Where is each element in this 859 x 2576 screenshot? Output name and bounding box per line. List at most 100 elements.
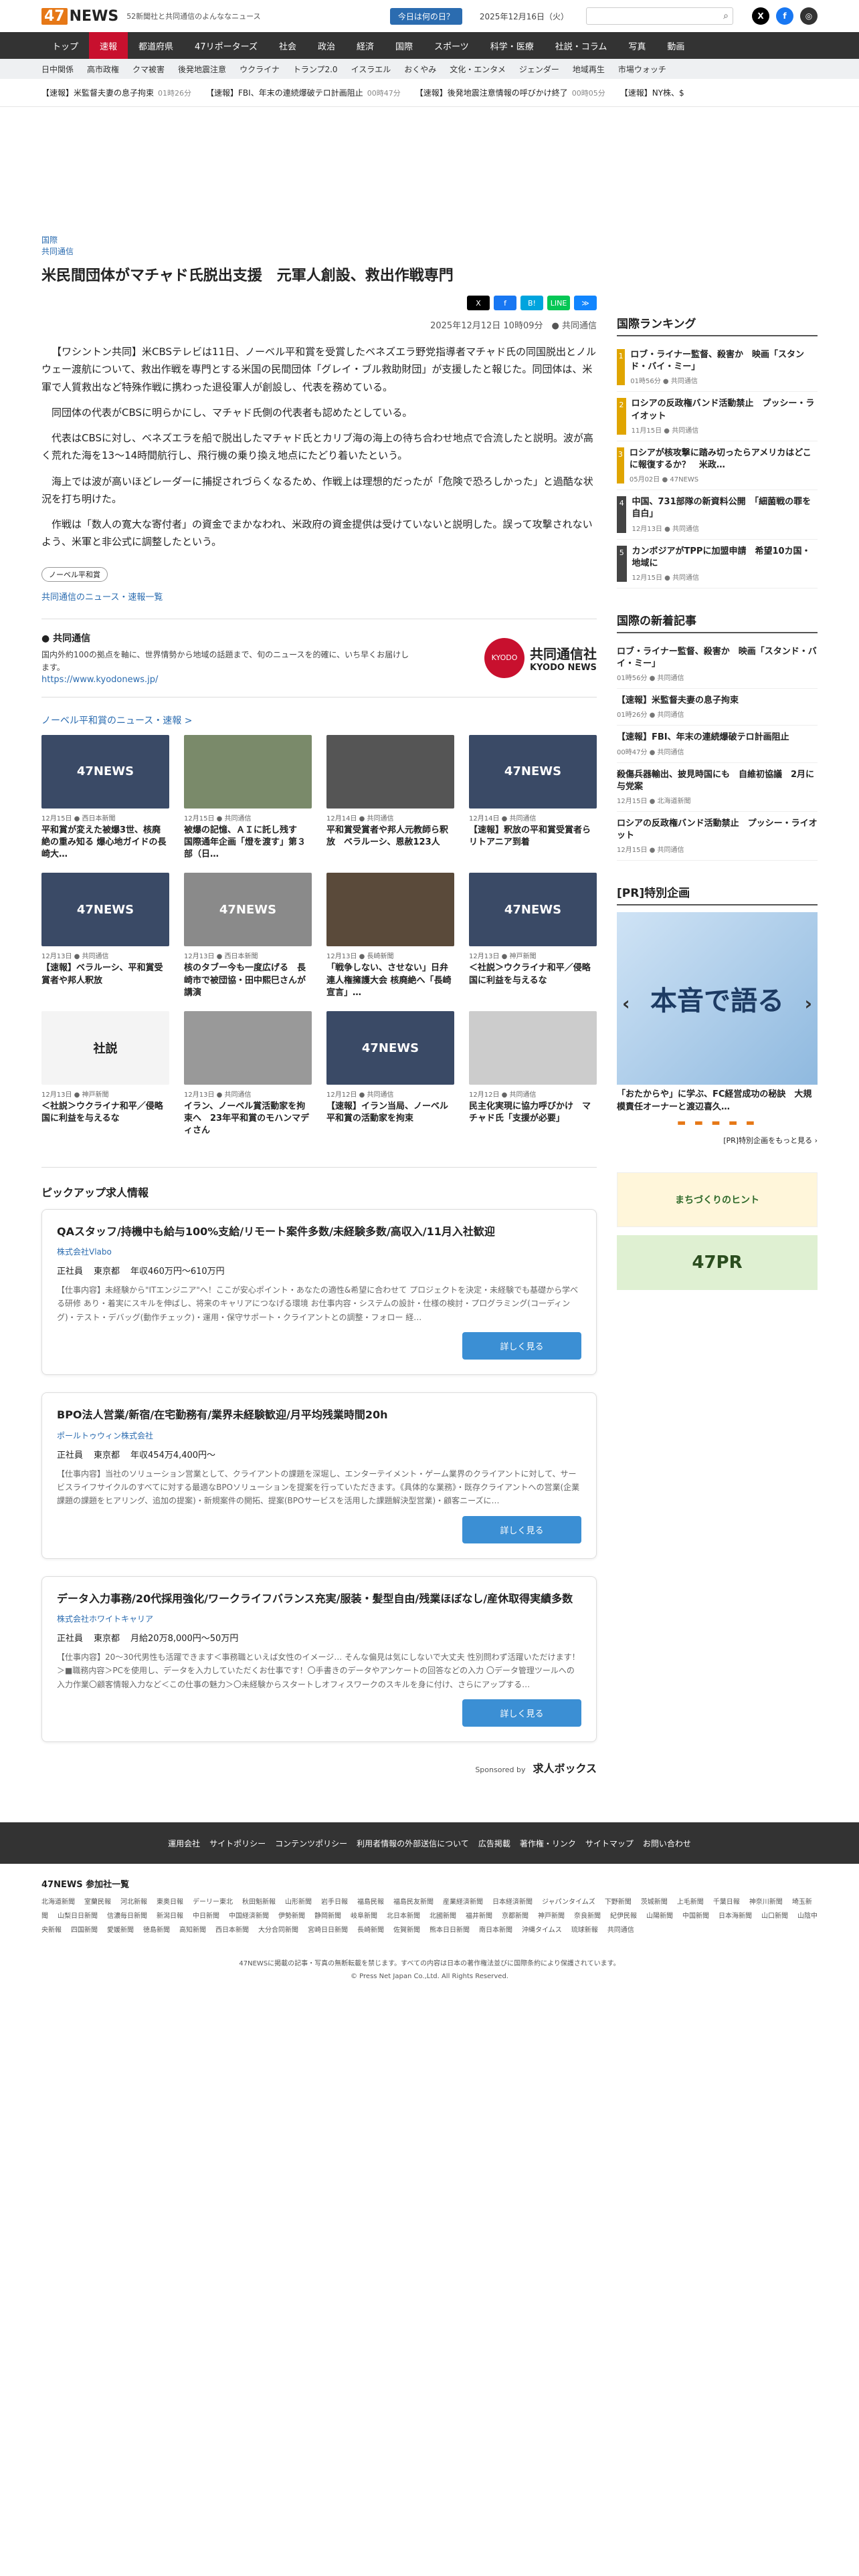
job-detail-button[interactable]: 詳しく見る — [462, 1332, 581, 1360]
newest-item[interactable]: ロブ・ライナー監督、殺害か 映画「スタンド・バイ・ミー」 01時56分 ● 共同通… — [617, 640, 818, 689]
next-arrow-icon[interactable]: › — [804, 992, 812, 1014]
pr-more-link[interactable]: [PR]特別企画をもっと見る › — [617, 1135, 818, 1146]
news-card[interactable]: 12月13日 ● 共同通信 イラン、ノーベル賞活動家を拘束へ 23年平和賞のモハン… — [184, 1011, 312, 1138]
subnav-item[interactable]: トランプ2.0 — [293, 64, 338, 75]
member-link[interactable]: 佐賀新聞 — [393, 1927, 420, 1934]
ranking-item[interactable]: 4 中国、731部隊の新資料公開 「細菌戦の罪を自白」 12月13日 ● 共同通信 — [617, 490, 818, 540]
member-link[interactable]: 共同通信 — [607, 1927, 634, 1934]
x-icon[interactable]: X — [752, 7, 769, 25]
member-link[interactable]: 室蘭民報 — [84, 1899, 111, 1906]
subnav-item[interactable]: イスラエル — [351, 64, 391, 75]
member-link[interactable]: 長崎新聞 — [357, 1927, 384, 1934]
share-hatena-button[interactable]: B! — [520, 296, 543, 310]
newest-item[interactable]: 【速報】FBI、年末の連続爆破テロ計画阻止 00時47分 ● 共同通信 — [617, 726, 818, 763]
member-link[interactable]: 東奥日報 — [157, 1899, 183, 1906]
newest-item[interactable]: ロシアの反政権バンド活動禁止 プッシー・ライオット 12月15日 ● 共同通信 — [617, 812, 818, 861]
member-link[interactable]: 愛媛新聞 — [107, 1927, 134, 1934]
share-line-button[interactable]: LINE — [547, 296, 570, 310]
newest-item[interactable]: 殺傷兵器輸出、披見時国にも 自維初協議 2月に与党案 12月15日 ● 北海道新聞 — [617, 763, 818, 812]
member-link[interactable]: 神戸新聞 — [538, 1913, 565, 1920]
member-link[interactable]: 南日本新聞 — [479, 1927, 512, 1934]
job-title[interactable]: QAスタッフ/持機中も給与100%支給/リモート案件多数/未経験多数/高収入/1… — [57, 1224, 581, 1239]
job-detail-button[interactable]: 詳しく見る — [462, 1699, 581, 1727]
subnav-item[interactable]: 地域再生 — [573, 64, 605, 75]
member-link[interactable]: 福島民報 — [357, 1899, 384, 1906]
subnav-item[interactable]: 後発地震注意 — [178, 64, 226, 75]
news-card[interactable]: 47NEWS 12月13日 ● 神戸新聞 ＜社説＞ウクライナ和平／侵略国に利益を与え… — [469, 873, 597, 999]
source-url[interactable]: https://www.kyodonews.jp/ — [41, 675, 158, 685]
subnav-item[interactable]: 市場ウォッチ — [618, 64, 666, 75]
subnav-item[interactable]: クマ被害 — [132, 64, 165, 75]
newest-item[interactable]: 【速報】米監督夫妻の息子拘束 01時26分 ● 共同通信 — [617, 689, 818, 726]
member-link[interactable]: 沖縄タイムス — [522, 1927, 562, 1934]
nav-item[interactable]: スポーツ — [423, 32, 480, 59]
footer-link[interactable]: 利用者情報の外部送信について — [357, 1838, 469, 1849]
member-link[interactable]: 静岡新聞 — [314, 1913, 341, 1920]
member-link[interactable]: 宮崎日日新聞 — [308, 1927, 348, 1934]
globe-icon[interactable]: ◎ — [800, 7, 818, 25]
breaking-item[interactable]: 【速報】NY株、$ — [620, 87, 688, 98]
member-link[interactable]: 山形新聞 — [285, 1899, 312, 1906]
share-bluesky-button[interactable]: ≫ — [574, 296, 597, 310]
member-link[interactable]: 西日本新聞 — [215, 1927, 249, 1934]
member-link[interactable]: 四国新聞 — [71, 1927, 98, 1934]
news-card[interactable]: 47NEWS 12月15日 ● 西日本新聞 平和賞が変えた被爆3世、核廃絶の重み知る… — [41, 734, 169, 861]
footer-link[interactable]: コンテンツポリシー — [275, 1838, 347, 1849]
member-link[interactable]: 信濃毎日新聞 — [107, 1913, 147, 1920]
member-link[interactable]: 岐阜新聞 — [351, 1913, 377, 1920]
news-card[interactable]: 社説 12月13日 ● 神戸新聞 ＜社説＞ウクライナ和平／侵略国に利益を与えるな — [41, 1011, 169, 1138]
news-card[interactable]: 12月15日 ● 共同通信 被爆の記憶、ＡＩに託し残す 国際通年企画「燈を渡す」第… — [184, 734, 312, 861]
breaking-item[interactable]: 【速報】後発地震注意情報の呼びかけ終了 00時05分 — [415, 87, 605, 98]
search-icon[interactable]: ⌕ — [723, 11, 729, 21]
ranking-item[interactable]: 1 ロブ・ライナー監督、殺害か 映画「スタンド・バイ・ミー」 01時56分 ● 共同… — [617, 343, 818, 393]
nav-item[interactable]: 経済 — [346, 32, 385, 59]
member-link[interactable]: 日本海新聞 — [719, 1913, 752, 1920]
member-link[interactable]: 産業経済新聞 — [443, 1899, 483, 1906]
member-link[interactable]: 伊勢新聞 — [278, 1913, 305, 1920]
ranking-item[interactable]: 5 カンボジアがTPPに加盟申請 希望10カ国・地域に 12月15日 ● 共同通信 — [617, 540, 818, 588]
ranking-item[interactable]: 3 ロシアが核攻撃に踏み切ったらアメリカはどこに報復するか？ 米政… 05月02日 … — [617, 441, 818, 491]
member-link[interactable]: 山陽新聞 — [646, 1913, 673, 1920]
news-card[interactable]: 47NEWS 12月12日 ● 共同通信 【速報】イラン当局、ノーベル平和賞の活動家… — [326, 1011, 454, 1138]
nav-item[interactable]: 動画 — [656, 32, 695, 59]
nav-item[interactable]: 科学・医療 — [480, 32, 545, 59]
member-link[interactable]: 茨城新聞 — [641, 1899, 668, 1906]
article-source[interactable]: 共同通信 — [41, 245, 597, 257]
ad-banner-2[interactable]: 47PR — [617, 1235, 818, 1290]
related-section-title[interactable]: ノーベル平和賞のニュース・速報 > — [41, 714, 597, 727]
member-link[interactable]: 下野新聞 — [605, 1899, 632, 1906]
news-card[interactable]: 12月13日 ● 長崎新聞 「戦争しない、させない」日弁連人権擁護大会 核廃絶へ「… — [326, 873, 454, 999]
member-link[interactable]: 奈良新聞 — [574, 1913, 601, 1920]
member-link[interactable]: 高知新聞 — [179, 1927, 206, 1934]
subnav-item[interactable]: ジェンダー — [519, 64, 559, 75]
nav-item[interactable]: 政治 — [307, 32, 346, 59]
news-card[interactable]: 47NEWS 12月14日 ● 共同通信 【速報】釈放の平和賞受賞者らリトアニア到着 — [469, 734, 597, 861]
member-link[interactable]: 新潟日報 — [157, 1913, 183, 1920]
footer-link[interactable]: お問い合わせ — [643, 1838, 691, 1849]
nav-item[interactable]: 写真 — [617, 32, 656, 59]
pr-caption[interactable]: 「おたからや」に学ぶ、FC経営成功の秘訣 大規模責任オーナーと渡辺喜久… — [617, 1089, 818, 1113]
footer-link[interactable]: サイトマップ — [585, 1838, 634, 1849]
member-link[interactable]: 福島民友新聞 — [393, 1899, 434, 1906]
facebook-icon[interactable]: f — [776, 7, 793, 25]
member-link[interactable]: 京都新聞 — [502, 1913, 529, 1920]
news-card[interactable]: 47NEWS 12月13日 ● 西日本新聞 核のタブー今も一度広げる 長崎市で被団協… — [184, 873, 312, 999]
footer-link[interactable]: 運用会社 — [168, 1838, 200, 1849]
member-link[interactable]: 琉球新報 — [571, 1927, 598, 1934]
member-link[interactable]: 紀伊民報 — [610, 1913, 637, 1920]
footer-link[interactable]: 著作権・リンク — [520, 1838, 576, 1849]
member-link[interactable]: 中国新聞 — [682, 1913, 709, 1920]
nav-item[interactable]: 都道府県 — [128, 32, 184, 59]
article-category[interactable]: 国際 — [41, 234, 597, 245]
subnav-item[interactable]: おくやみ — [404, 64, 436, 75]
member-link[interactable]: 熊本日日新聞 — [430, 1927, 470, 1934]
member-link[interactable]: 山梨日日新聞 — [58, 1913, 98, 1920]
member-link[interactable]: 日本経済新聞 — [492, 1899, 533, 1906]
breaking-item[interactable]: 【速報】米監督夫妻の息子拘束 01時26分 — [41, 87, 191, 98]
site-logo[interactable]: 47 NEWS — [41, 7, 118, 25]
source-news-link[interactable]: 共同通信のニュース・速報一覧 — [41, 590, 597, 619]
member-link[interactable]: 河北新報 — [120, 1899, 147, 1906]
member-link[interactable]: 北海道新聞 — [41, 1899, 75, 1906]
nav-item[interactable]: 社説・コラム — [545, 32, 618, 59]
search-input[interactable]: ⌕ — [586, 7, 733, 25]
